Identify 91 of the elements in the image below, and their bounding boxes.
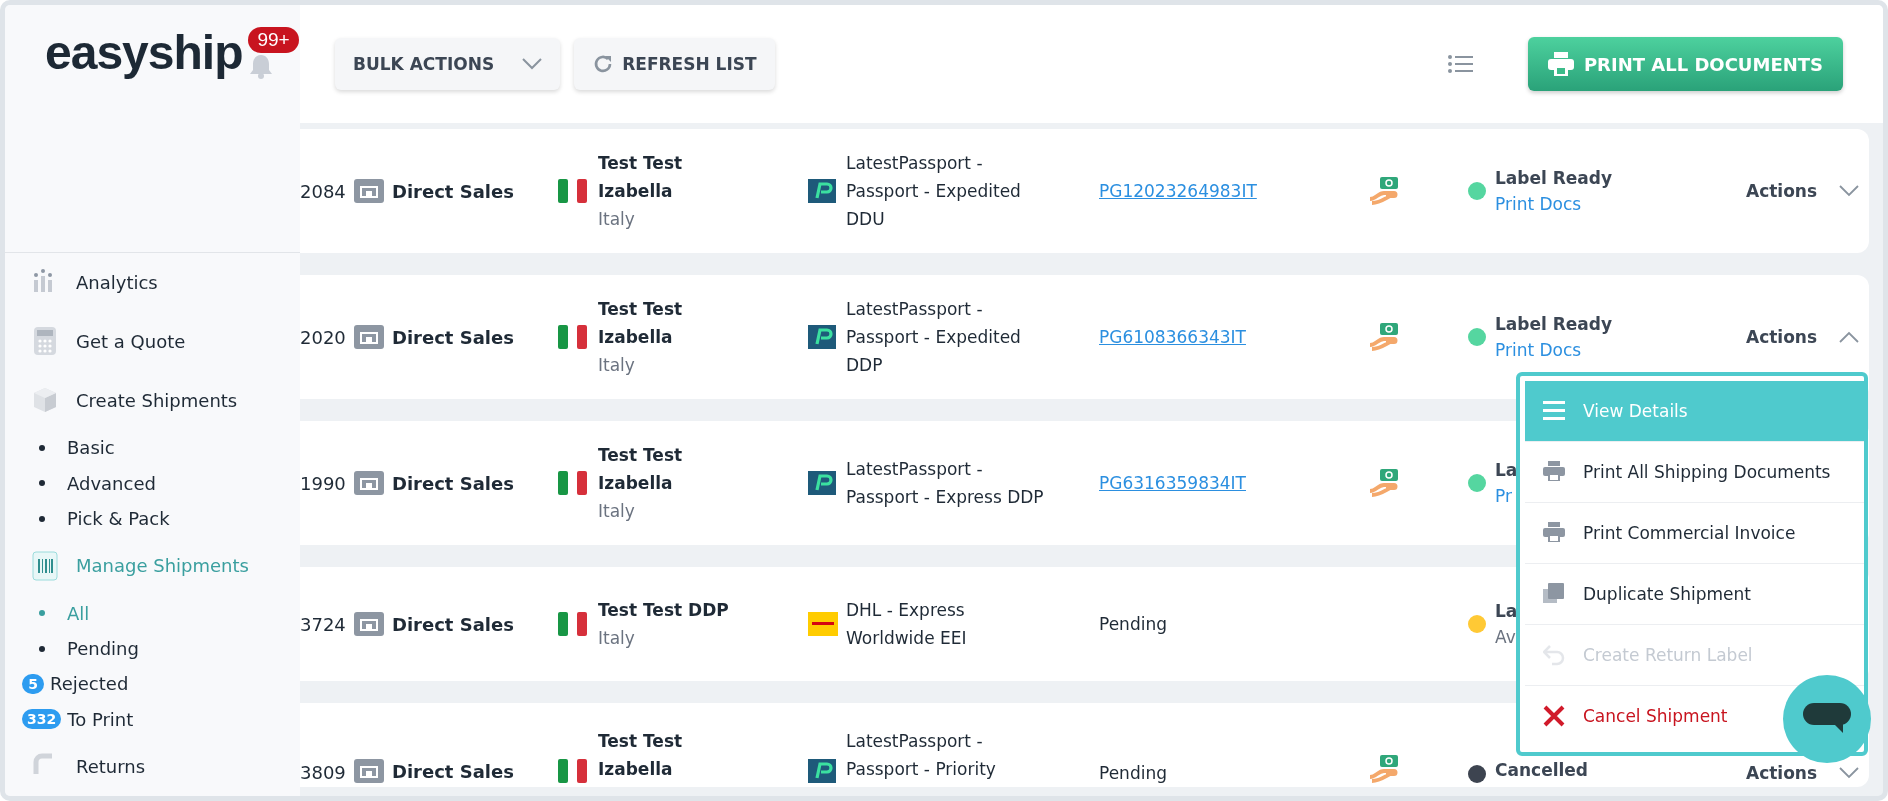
sidebar-item[interactable]: Pending	[5, 630, 300, 667]
flag-icon	[558, 759, 587, 783]
store-icon	[354, 179, 384, 203]
recipient-country: Italy	[598, 500, 635, 523]
cancel-icon	[1543, 705, 1565, 727]
menu-item[interactable]: Cancel Shipment	[1525, 686, 1738, 746]
recipient-name: Test Test DDP	[598, 599, 730, 622]
count-badge: 5	[22, 673, 44, 694]
courier-logo	[808, 612, 838, 636]
menu-item[interactable]: Print Commercial Invoice	[1525, 503, 1806, 563]
calculator-icon	[32, 326, 58, 357]
sidebar-item[interactable]: Analytics	[5, 253, 300, 313]
menu-item[interactable]: Print All Shipping Documents	[1525, 442, 1841, 502]
bullet-icon	[39, 645, 45, 652]
sidebar-item[interactable]: Advanced	[5, 465, 300, 501]
list-view-icon[interactable]	[1447, 54, 1474, 74]
courier-service: LatestPassport - Passport - Expedited DDU	[846, 152, 1022, 231]
actions-button[interactable]: Actions	[1746, 763, 1860, 783]
order-number: 3724	[300, 613, 346, 635]
order-number: 2084	[300, 180, 346, 202]
sidebar-item[interactable]: Get a Quote	[5, 312, 300, 372]
chevron-down-icon	[522, 58, 543, 70]
tracking-link[interactable]: PG6108366343IT	[1099, 327, 1246, 347]
bell-icon	[248, 53, 275, 79]
tracking-link[interactable]: PG6316359834IT	[1099, 473, 1246, 493]
courier-logo	[808, 759, 838, 783]
store-name: Direct Sales	[392, 180, 514, 202]
sidebar-item[interactable]: Returns	[5, 737, 300, 796]
store-name: Direct Sales	[392, 472, 514, 494]
flag-icon	[558, 471, 587, 495]
courier-service: LatestPassport - Passport - Express DDP	[846, 458, 1045, 509]
order-number: 2020	[300, 326, 346, 348]
store-name: Direct Sales	[392, 760, 514, 782]
status-note: Av	[1495, 626, 1516, 649]
status-label: Label Ready	[1495, 313, 1613, 336]
recipient-country: Italy	[598, 208, 635, 231]
actions-button[interactable]: Actions	[1746, 181, 1860, 201]
sidebar-item[interactable]: 5 Rejected	[5, 666, 300, 702]
print-docs-link[interactable]: Print Docs	[1495, 191, 1582, 217]
bullet-icon	[39, 610, 45, 617]
store-icon	[354, 759, 384, 783]
menu-item[interactable]: Duplicate Shipment	[1525, 564, 1761, 624]
bulk-actions-button[interactable]: BULK ACTIONS	[335, 38, 561, 90]
sidebar-item[interactable]: Create Shipments	[5, 371, 300, 431]
bullet-icon	[39, 480, 45, 487]
status-label: La	[1495, 600, 1518, 623]
recipient-name: Test Test Izabella	[598, 298, 684, 349]
store-name: Direct Sales	[392, 613, 514, 635]
printer-icon	[1543, 461, 1565, 483]
barcode-icon	[32, 550, 58, 581]
sidebar-item[interactable]: 332 To Print	[5, 701, 300, 738]
recipient-name: Test Test Izabella	[598, 730, 684, 781]
flag-icon	[558, 612, 587, 636]
status-label: Label Ready	[1495, 167, 1613, 190]
duplicate-icon	[1543, 583, 1565, 605]
sidebar-item[interactable]: Basic	[5, 430, 300, 466]
order-number: 1990	[300, 472, 346, 494]
printer-icon	[1547, 52, 1574, 76]
return-arrow-icon	[1543, 644, 1565, 666]
tracking-status: Pending	[1099, 763, 1167, 783]
courier-service: LatestPassport - Passport - Priority	[846, 730, 997, 781]
flag-icon	[558, 325, 587, 349]
actions-button[interactable]: Actions	[1746, 327, 1860, 347]
store-icon	[354, 325, 384, 349]
count-badge: 332	[22, 709, 62, 730]
bullet-icon	[39, 444, 45, 451]
courier-service: DHL - Express Worldwide EEI	[846, 599, 968, 650]
print-docs-link[interactable]: Print Docs	[1495, 337, 1582, 363]
notification-badge: 99+	[248, 27, 299, 53]
recipient-name: Test Test Izabella	[598, 152, 684, 203]
printer-icon	[1543, 522, 1565, 544]
courier-logo	[808, 179, 838, 203]
recipient-country: Italy	[598, 354, 635, 377]
flag-icon	[558, 179, 587, 203]
recipient-country: Italy	[598, 627, 635, 650]
brand-logo: easyship	[45, 27, 243, 79]
store-icon	[354, 471, 384, 495]
courier-logo	[808, 471, 838, 495]
recipient-name: Test Test Izabella	[598, 444, 684, 495]
store-name: Direct Sales	[392, 326, 514, 348]
status-label: Cancelled	[1495, 759, 1588, 782]
bullet-icon	[39, 515, 45, 522]
tracking-status: Pending	[1099, 614, 1167, 634]
sidebar-item[interactable]: Pick & Pack	[5, 501, 300, 537]
status-label: La	[1495, 459, 1518, 482]
store-icon	[354, 612, 384, 636]
order-number: 3809	[300, 762, 346, 783]
refresh-list-button[interactable]: REFRESH LIST	[574, 38, 775, 90]
courier-service: LatestPassport - Passport - Expedited DDP	[846, 298, 1022, 377]
menu-icon	[1543, 400, 1565, 422]
courier-logo	[808, 325, 838, 349]
